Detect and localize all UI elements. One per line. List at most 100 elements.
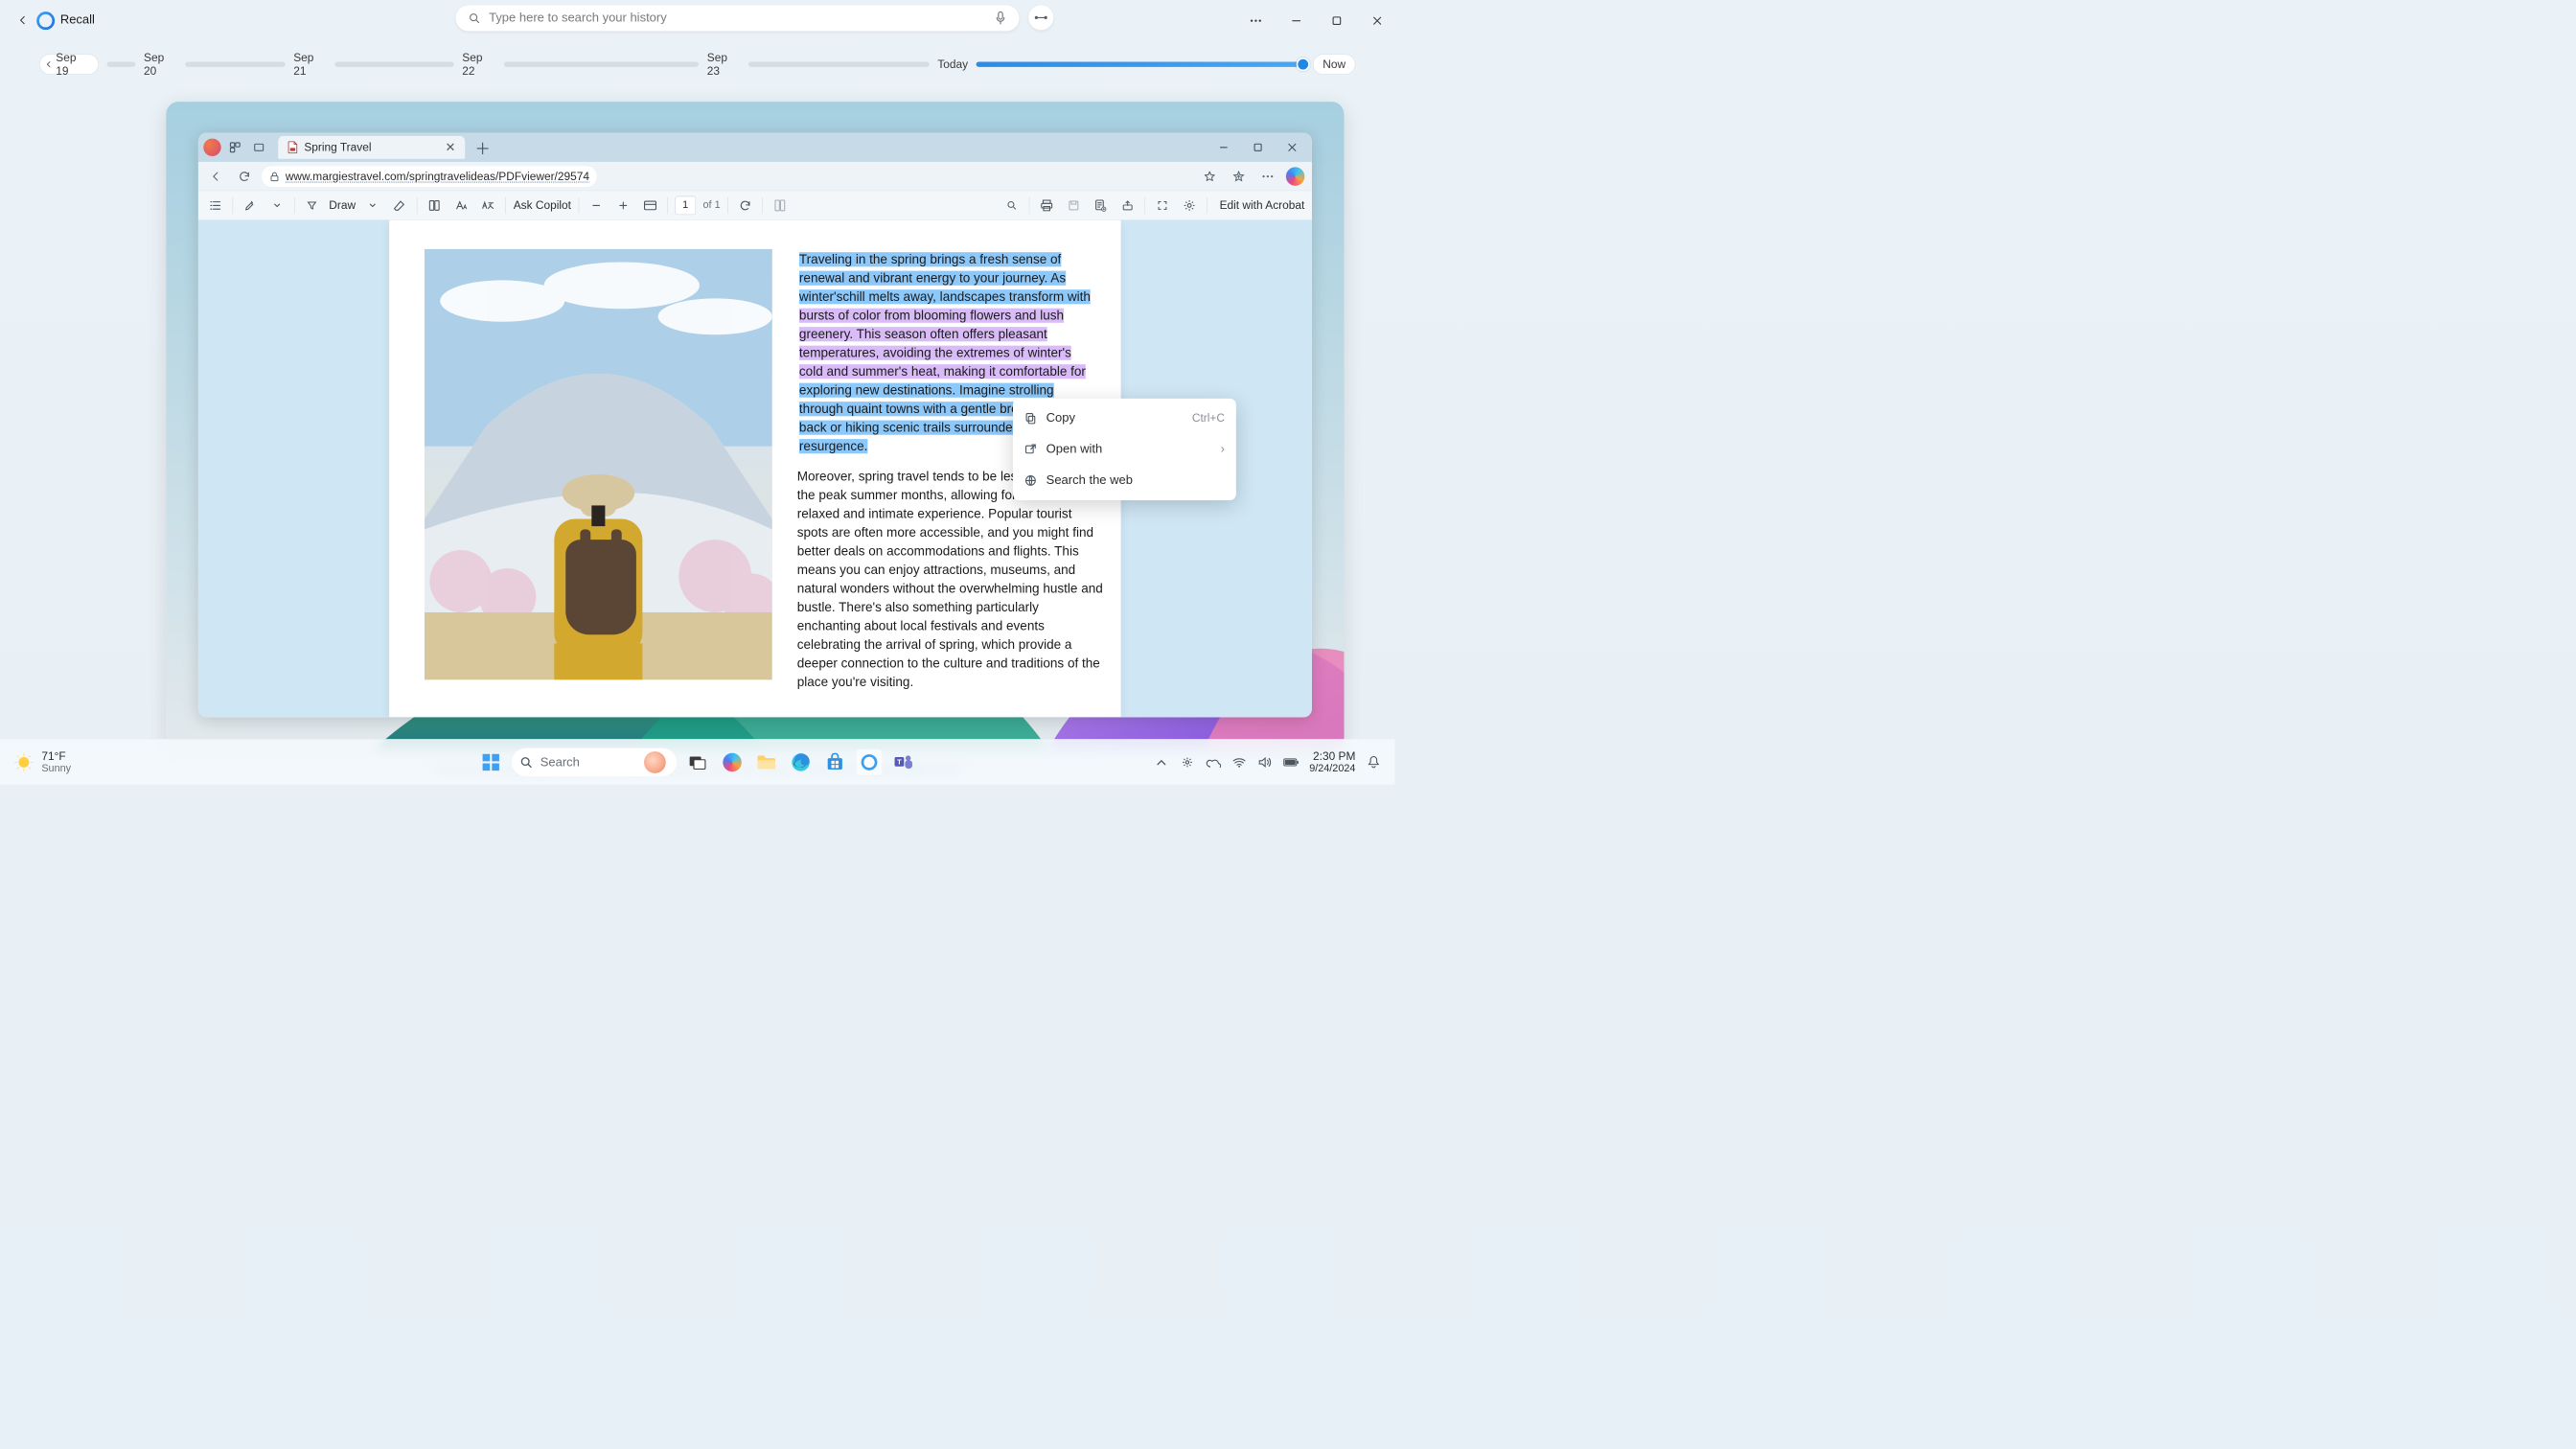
timeline-segment[interactable] (185, 61, 285, 66)
taskbar-search[interactable]: Search (511, 748, 677, 776)
lock-icon (268, 171, 280, 182)
recall-close-button[interactable] (1365, 9, 1390, 34)
find-icon[interactable] (1002, 196, 1023, 216)
page-view-icon[interactable] (770, 196, 791, 216)
profile-avatar[interactable] (203, 139, 220, 156)
context-menu-copy[interactable]: Copy Ctrl+C (1013, 402, 1236, 433)
svg-text:T: T (897, 757, 902, 766)
more-horizontal-icon (1250, 18, 1262, 22)
draw-button[interactable]: Draw (329, 198, 356, 212)
draw-dropdown[interactable] (363, 196, 383, 216)
weather-temp: 71°F (41, 749, 71, 763)
copy-icon (1024, 412, 1037, 425)
taskbar-task-view[interactable] (684, 748, 711, 775)
contents-icon[interactable] (205, 196, 225, 216)
timeline-segment[interactable] (504, 61, 700, 66)
erase-icon[interactable] (390, 196, 410, 216)
context-menu-open-with[interactable]: Open with › (1013, 434, 1236, 465)
pdf-file-icon (288, 141, 298, 153)
timeline-date: Sep 20 (144, 51, 177, 78)
read-aloud-icon[interactable] (425, 196, 445, 216)
timeline-chip-sep19[interactable]: Sep 19 (39, 54, 99, 75)
fullscreen-icon[interactable] (1153, 196, 1173, 216)
timeline-date: Sep 21 (293, 51, 327, 78)
nav-refresh-button[interactable] (234, 165, 256, 187)
recall-maximize-button[interactable] (1324, 9, 1349, 34)
maximize-icon (1332, 16, 1342, 26)
tab-actions-icon[interactable] (249, 137, 269, 157)
mountain-photo-icon (425, 249, 772, 679)
windows-logo-icon (482, 752, 500, 770)
recall-timeline-toggle[interactable] (1028, 5, 1053, 30)
edit-with-acrobat-button[interactable]: Edit with Acrobat (1220, 198, 1305, 212)
translate-icon[interactable] (478, 196, 498, 216)
highlighter-icon[interactable] (241, 196, 261, 216)
timeline-now-button[interactable]: Now (1313, 54, 1355, 75)
text-size-icon[interactable] (451, 196, 472, 216)
taskbar-recall[interactable] (856, 748, 883, 775)
tab-close-button[interactable]: ✕ (446, 140, 456, 155)
browser-more-button[interactable] (1257, 165, 1279, 187)
recall-search-box[interactable]: Type here to search your history (455, 5, 1019, 31)
browser-minimize-button[interactable] (1213, 137, 1234, 158)
browser-maximize-button[interactable] (1248, 137, 1269, 158)
taskbar-clock[interactable]: 2:30 PM 9/24/2024 (1309, 749, 1355, 775)
timeline-segment[interactable] (335, 61, 454, 66)
taskbar-teams[interactable]: T (890, 748, 917, 775)
rotate-icon[interactable] (735, 196, 755, 216)
nav-back-button[interactable] (205, 165, 227, 187)
timeline-thumb[interactable] (1297, 58, 1310, 71)
paragraph-body[interactable]: Moreover, spring travel tends to be less… (797, 467, 1106, 691)
timeline-segment[interactable] (748, 61, 930, 66)
start-button[interactable] (478, 749, 504, 775)
recall-minimize-button[interactable] (1284, 9, 1309, 34)
teams-icon: T (893, 752, 913, 770)
tray-battery-icon[interactable] (1283, 754, 1299, 770)
search-icon (468, 12, 480, 24)
chevron-right-icon: › (1221, 442, 1225, 456)
microphone-icon[interactable] (995, 11, 1007, 25)
fit-page-icon[interactable] (640, 196, 660, 216)
taskbar-file-explorer[interactable] (753, 748, 780, 775)
timeline-segment[interactable] (107, 61, 136, 66)
zoom-out-button[interactable] (586, 196, 607, 216)
browser-close-button[interactable] (1282, 137, 1303, 158)
highlighter-dropdown[interactable] (267, 196, 288, 216)
workspaces-icon[interactable] (225, 137, 245, 157)
tray-onedrive-icon[interactable] (1206, 754, 1221, 770)
zoom-in-button[interactable] (613, 196, 633, 216)
copilot-button[interactable] (1286, 167, 1304, 185)
new-tab-button[interactable]: ＋ (472, 137, 494, 158)
store-icon (826, 752, 844, 770)
pen-filter-icon[interactable] (302, 196, 322, 216)
browser-tab[interactable]: Spring Travel ✕ (278, 136, 465, 159)
weather-condition: Sunny (41, 763, 71, 774)
tray-volume-icon[interactable] (1257, 754, 1273, 770)
timeline-today-segment[interactable] (977, 61, 1305, 66)
taskbar-copilot[interactable] (719, 748, 746, 775)
browser-addressbar: www.margiestravel.com/springtravelideas/… (198, 162, 1312, 191)
tray-notifications-icon[interactable] (1366, 754, 1381, 770)
share-icon[interactable] (1117, 196, 1138, 216)
recall-back-button[interactable] (12, 11, 34, 31)
tray-wifi-icon[interactable] (1231, 754, 1247, 770)
tray-expand-button[interactable] (1154, 754, 1169, 770)
context-menu-search-web[interactable]: Search the web (1013, 465, 1236, 495)
url-input[interactable]: www.margiestravel.com/springtravelideas/… (262, 166, 597, 187)
collections-icon[interactable] (1228, 165, 1250, 187)
taskbar-edge[interactable] (787, 748, 814, 775)
settings-gear-icon[interactable] (1180, 196, 1200, 216)
tray-settings-icon[interactable] (1180, 754, 1195, 770)
ask-copilot-button[interactable]: Ask Copilot (514, 198, 571, 212)
favorites-star-icon[interactable] (1199, 165, 1221, 187)
taskbar-store[interactable] (821, 748, 848, 775)
recall-more-button[interactable] (1243, 9, 1268, 34)
page-number-input[interactable] (675, 196, 696, 214)
minimize-icon (1219, 143, 1229, 152)
print-icon[interactable] (1037, 196, 1057, 216)
add-text-icon[interactable] (1091, 196, 1111, 216)
save-icon[interactable] (1064, 196, 1084, 216)
close-icon (1287, 143, 1297, 152)
taskbar-weather-widget[interactable]: 71°F Sunny (13, 749, 71, 775)
recall-timeline[interactable]: Sep 19 Sep 20 Sep 21 Sep 22 Sep 23 Today… (39, 52, 1355, 77)
